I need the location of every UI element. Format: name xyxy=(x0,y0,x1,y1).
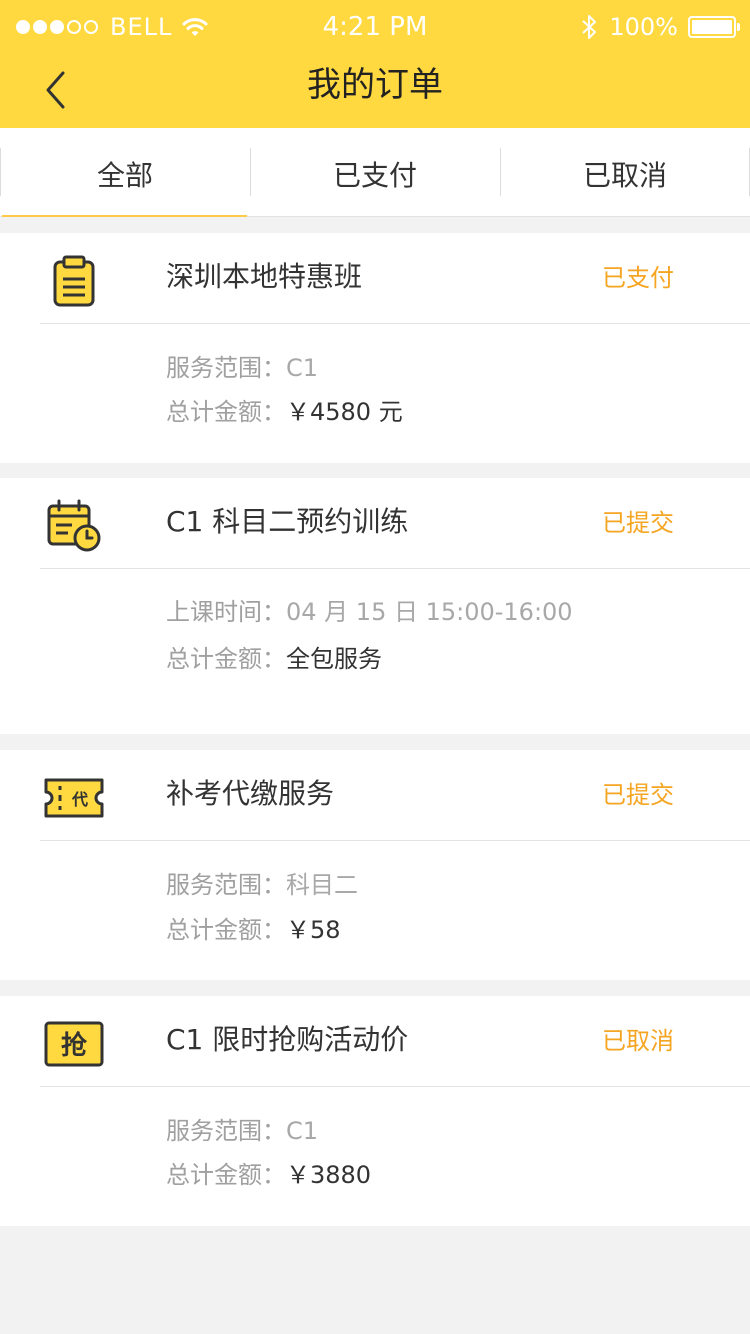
order-detail-line: 服务范围：C1 xyxy=(166,1114,318,1148)
detail-value: ￥58 xyxy=(286,916,341,944)
clipboard-icon xyxy=(40,247,108,315)
order-detail-line: 总计金额：￥4580 元 xyxy=(166,395,403,429)
detail-value: 全包服务 xyxy=(286,645,382,673)
order-status: 已支付 xyxy=(602,264,674,292)
flash-sale-icon-glyph: 抢 xyxy=(61,1030,88,1061)
divider xyxy=(40,840,750,841)
nav-bar: 我的订单 xyxy=(0,54,750,128)
detail-label: 总计金额： xyxy=(166,398,286,426)
order-status: 已取消 xyxy=(602,1027,674,1055)
status-right: 100% xyxy=(579,10,740,44)
order-card-header: 深圳本地特惠班 已支付 xyxy=(0,233,750,323)
detail-value: C1 xyxy=(286,354,319,382)
order-status: 已提交 xyxy=(602,781,674,809)
divider xyxy=(40,323,750,324)
order-card[interactable]: 抢 C1 限时抢购活动价 已取消 服务范围：C1 总计金额：￥3880 xyxy=(0,996,750,1226)
detail-label: 总计金额： xyxy=(166,916,286,944)
order-detail-line: 总计金额：全包服务 xyxy=(166,642,382,676)
detail-value: ￥3880 xyxy=(286,1161,372,1189)
order-detail-line: 总计金额：￥3880 xyxy=(166,1158,371,1192)
bluetooth-icon xyxy=(582,15,597,39)
calendar-clock-icon xyxy=(40,492,108,560)
divider xyxy=(40,568,750,569)
detail-label: 服务范围： xyxy=(166,871,286,899)
order-title: 补考代缴服务 xyxy=(166,777,335,810)
detail-value: C1 xyxy=(286,1117,319,1145)
order-title: C1 限时抢购活动价 xyxy=(166,1023,409,1056)
tab-paid[interactable]: 已支付 xyxy=(250,128,500,216)
battery-percentage: 100% xyxy=(609,13,678,41)
detail-label: 服务范围： xyxy=(166,354,286,382)
order-detail-line: 总计金额：￥58 xyxy=(166,913,341,947)
order-filter-tabs: 全部 已支付 已取消 xyxy=(0,128,750,217)
page-title: 我的订单 xyxy=(307,65,443,105)
order-card-header: 抢 C1 限时抢购活动价 已取消 xyxy=(0,996,750,1086)
detail-label: 总计金额： xyxy=(166,1161,286,1189)
tab-all[interactable]: 全部 xyxy=(0,128,250,217)
order-detail-line: 服务范围：C1 xyxy=(166,351,318,385)
order-card[interactable]: 代 补考代缴服务 已提交 服务范围：科目二 总计金额：￥58 xyxy=(0,750,750,980)
detail-label: 服务范围： xyxy=(166,1117,286,1145)
order-card[interactable]: C1 科目二预约训练 已提交 上课时间：04 月 15 日 15:00-16:0… xyxy=(0,478,750,734)
ticket-icon-glyph: 代 xyxy=(71,790,88,809)
order-card-header: 代 补考代缴服务 已提交 xyxy=(0,750,750,840)
detail-value: 科目二 xyxy=(286,871,358,899)
order-detail-line: 上课时间：04 月 15 日 15:00-16:00 xyxy=(166,595,573,629)
detail-value: 04 月 15 日 15:00-16:00 xyxy=(286,598,573,626)
flash-sale-icon: 抢 xyxy=(40,1010,108,1078)
battery-icon xyxy=(688,16,740,38)
divider xyxy=(40,1086,750,1087)
order-card-header: C1 科目二预约训练 已提交 xyxy=(0,478,750,568)
tab-cancelled[interactable]: 已取消 xyxy=(500,128,750,216)
order-title: C1 科目二预约训练 xyxy=(166,505,409,538)
detail-label: 上课时间： xyxy=(166,598,286,626)
detail-value: ￥4580 元 xyxy=(286,398,403,426)
order-status: 已提交 xyxy=(602,509,674,537)
order-title: 深圳本地特惠班 xyxy=(166,260,363,293)
order-card[interactable]: 深圳本地特惠班 已支付 服务范围：C1 总计金额：￥4580 元 xyxy=(0,233,750,463)
ticket-icon: 代 xyxy=(40,764,108,832)
status-bar: BELL 4:21 PM 100% xyxy=(0,0,750,54)
header: BELL 4:21 PM 100% 我的订单 xyxy=(0,0,750,128)
order-detail-line: 服务范围：科目二 xyxy=(166,868,358,902)
detail-label: 总计金额： xyxy=(166,645,286,673)
